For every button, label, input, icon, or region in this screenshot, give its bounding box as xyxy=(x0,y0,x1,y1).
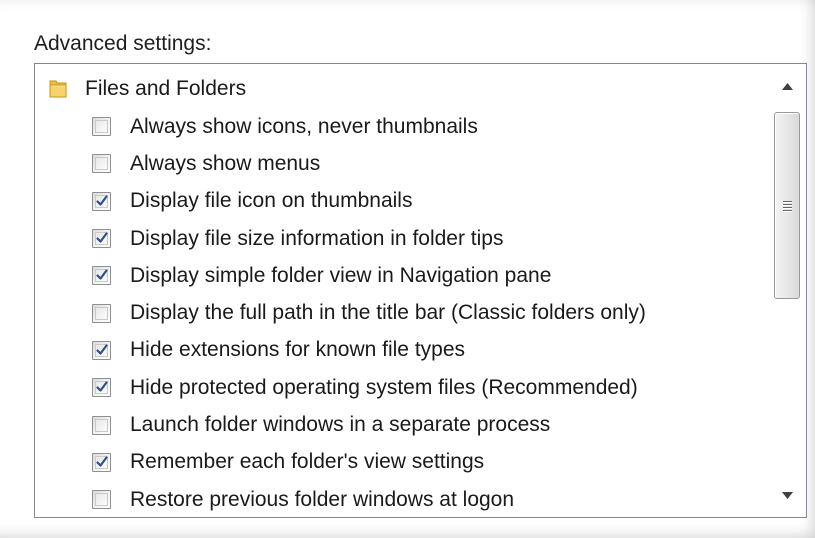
setting-checkbox[interactable] xyxy=(92,229,111,249)
setting-label: Hide protected operating system files (R… xyxy=(130,375,638,399)
scroll-track[interactable] xyxy=(769,104,806,477)
dialog-frame: Advanced settings: Files and Folders Alw… xyxy=(0,0,815,538)
setting-label: Remember each folder's view settings xyxy=(130,450,485,474)
setting-item[interactable]: Remember each folder's view settings xyxy=(92,444,646,481)
setting-checkbox[interactable] xyxy=(92,340,111,360)
setting-item[interactable]: Display file size information in folder … xyxy=(92,220,646,257)
setting-label: Display simple folder view in Navigation… xyxy=(130,263,552,287)
settings-items: Always show icons, never thumbnails Alway… xyxy=(92,108,646,517)
checkmark-icon xyxy=(96,381,108,392)
checkmark-icon xyxy=(96,269,108,280)
setting-item[interactable]: Display file icon on thumbnails xyxy=(92,183,646,220)
setting-checkbox[interactable] xyxy=(92,378,111,398)
scroll-down-button[interactable] xyxy=(769,477,806,513)
setting-checkbox[interactable] xyxy=(92,415,111,435)
setting-checkbox[interactable] xyxy=(92,154,111,174)
setting-label: Display the full path in the title bar (… xyxy=(130,301,646,325)
setting-checkbox[interactable] xyxy=(92,490,111,510)
advanced-settings-list[interactable]: Files and Folders Always show icons, nev… xyxy=(34,63,807,518)
setting-label: Hide extensions for known file types xyxy=(130,338,466,362)
scroll-thumb[interactable] xyxy=(774,112,800,299)
setting-item[interactable]: Restore previous folder windows at logon xyxy=(92,481,646,517)
group-label: Files and Folders xyxy=(85,77,247,100)
setting-checkbox[interactable] xyxy=(92,191,111,211)
grip-icon xyxy=(782,200,792,211)
setting-item[interactable]: Always show menus xyxy=(92,145,646,182)
folder-icon xyxy=(49,80,67,98)
vertical-scrollbar[interactable] xyxy=(768,64,806,517)
checkmark-icon xyxy=(96,232,108,243)
setting-checkbox[interactable] xyxy=(92,452,111,472)
setting-item[interactable]: Display the full path in the title bar (… xyxy=(92,294,646,331)
setting-checkbox[interactable] xyxy=(92,303,111,323)
setting-label: Launch folder windows in a separate proc… xyxy=(130,413,551,437)
setting-label: Always show icons, never thumbnails xyxy=(130,114,478,138)
triangle-down-icon xyxy=(782,491,793,499)
setting-item[interactable]: Hide protected operating system files (R… xyxy=(92,369,646,406)
setting-checkbox[interactable] xyxy=(92,266,111,286)
checkmark-icon xyxy=(96,195,108,206)
setting-checkbox[interactable] xyxy=(92,117,111,137)
checkmark-icon xyxy=(96,344,108,355)
setting-label: Display file size information in folder … xyxy=(130,226,504,250)
setting-label: Restore previous folder windows at logon xyxy=(130,487,515,511)
triangle-up-icon xyxy=(782,82,793,90)
tree-group-files-and-folders[interactable]: Files and Folders xyxy=(47,74,246,104)
setting-label: Display file icon on thumbnails xyxy=(130,189,413,213)
setting-label: Always show menus xyxy=(130,151,321,175)
setting-item[interactable]: Launch folder windows in a separate proc… xyxy=(92,406,646,443)
advanced-settings-label: Advanced settings: xyxy=(34,32,212,55)
setting-item[interactable]: Hide extensions for known file types xyxy=(92,332,646,369)
setting-item[interactable]: Always show icons, never thumbnails xyxy=(92,108,646,145)
scroll-up-button[interactable] xyxy=(769,68,806,104)
checkmark-icon xyxy=(96,456,108,467)
setting-item[interactable]: Display simple folder view in Navigation… xyxy=(92,257,646,294)
